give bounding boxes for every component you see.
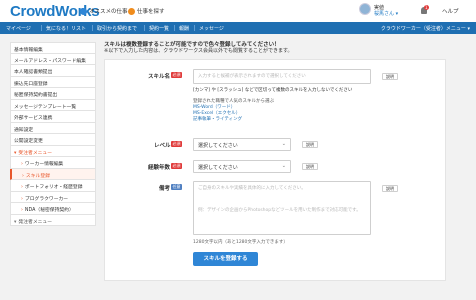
remarks-placeholder-2: 例：デザインの企画からPhotoshopなどツールを用いた制作まで対応可能です。 xyxy=(198,208,361,213)
sidebar-item-basic-info[interactable]: 基本情報編集 xyxy=(10,42,96,54)
nav-item-favorites[interactable]: 気になる！リスト xyxy=(46,25,86,32)
page-notice-sub: ※以下で入力した内容は、クラウドワークス会員以外でも閲覧することができます。 xyxy=(104,48,293,54)
chevron-down-icon: ▾ xyxy=(14,150,17,156)
notification-badge: 1 xyxy=(424,5,429,10)
sidebar-item-nda-doc[interactable]: 秘匿保持契約書提出 xyxy=(10,88,96,100)
sidebar-item-templates[interactable]: メッセージテンプレート一覧 xyxy=(10,99,96,111)
nav-item-messages[interactable]: メッセージ xyxy=(199,25,224,32)
level-label: レベル xyxy=(154,143,171,149)
required-badge: 必須 xyxy=(171,72,182,78)
recommended-jobs-link[interactable]: オススメの仕事 xyxy=(80,7,128,15)
sidebar-item-visibility[interactable]: 公開設定変更 xyxy=(10,134,96,146)
sidebar-item-label: ワーカー情報編集 xyxy=(24,162,64,167)
nav-item-payments[interactable]: 報酬 xyxy=(179,25,189,32)
sidebar-item-skills[interactable]: › スキル登録 xyxy=(10,168,96,180)
top-header: CrowdWorks オススメの仕事 仕事を探す 実値 桜馬さん ▾ 1 ヘルプ xyxy=(0,0,476,22)
find-jobs-label: 仕事を探す xyxy=(137,9,165,15)
sidebar-item-identity[interactable]: 本人確認書類提出 xyxy=(10,65,96,77)
help-link[interactable]: ヘルプ xyxy=(442,7,459,15)
experience-select-value: 選択してください xyxy=(198,165,238,171)
recommended-jobs-label: オススメの仕事 xyxy=(89,9,128,15)
nav-divider xyxy=(194,25,195,31)
skill-help-button[interactable]: 説明 xyxy=(382,73,398,80)
sidebar-group-label: 発注者メニュー xyxy=(18,219,53,225)
remarks-help-button[interactable]: 説明 xyxy=(382,185,398,192)
worker-menu-toggle[interactable]: クラウドワーカー（受注者）メニュー ▾ xyxy=(381,25,470,32)
sidebar-item-notifications[interactable]: 通知設定 xyxy=(10,122,96,134)
sidebar: 基本情報編集 メールアドレス・パスワード編集 本人確認書類提出 振込先口座登録 … xyxy=(10,42,96,226)
level-help-button[interactable]: 説明 xyxy=(302,141,318,148)
register-skill-button[interactable]: スキルを登録する xyxy=(193,252,258,266)
sidebar-group-label: 受注者メニュー xyxy=(18,150,53,156)
sidebar-item-portfolio[interactable]: › ポートフォリオ・経歴登録 xyxy=(10,180,96,192)
sidebar-item-label: スキル登録 xyxy=(25,173,50,179)
sidebar-item-worker-info[interactable]: › ワーカー情報編集 xyxy=(10,157,96,169)
skill-name-input[interactable]: 入力すると候補が表示されますので選択してください xyxy=(193,69,371,84)
chevron-right-icon: › xyxy=(22,173,24,179)
sidebar-item-label: ポートフォリオ・経歴登録 xyxy=(24,185,83,190)
chevron-down-icon: ⌄ xyxy=(281,163,286,169)
sidebar-item-label: NDA（秘密保持契約） xyxy=(24,208,74,213)
star-icon xyxy=(80,7,87,15)
sidebar-item-external[interactable]: 外部サービス連携 xyxy=(10,111,96,123)
sidebar-item-label: プログラクワーカー xyxy=(24,196,69,202)
nav-divider xyxy=(92,25,93,31)
sidebar-group-worker[interactable]: ▾ 受注者メニュー xyxy=(10,145,96,157)
skill-hint: [カンマ] や [スラッシュ] などで区切って複数のスキルを入力しないでください xyxy=(193,88,353,93)
chevron-down-icon: ▾ xyxy=(14,219,17,225)
experience-help-button[interactable]: 説明 xyxy=(302,163,318,170)
sidebar-item-bank[interactable]: 振込先口座登録 xyxy=(10,76,96,88)
chevron-down-icon: ⌄ xyxy=(281,141,286,147)
optional-badge: 任意 xyxy=(171,184,182,190)
sidebar-group-client[interactable]: ▾ 発注者メニュー xyxy=(10,214,96,226)
remarks-counter: 1280文字以内（あと1280文字入力できます） xyxy=(193,240,288,245)
required-badge: 必須 xyxy=(171,163,182,169)
level-select[interactable]: 選択してください ⌄ xyxy=(193,138,291,151)
nav-item-deals[interactable]: 取引から契約まで xyxy=(97,25,137,32)
nav-item-contracts[interactable]: 契約一覧 xyxy=(149,25,169,32)
chevron-right-icon: › xyxy=(21,208,23,213)
nav-divider xyxy=(144,25,145,31)
chevron-right-icon: › xyxy=(21,196,23,202)
experience-label: 経験年数 xyxy=(148,165,171,171)
skill-name-label: スキル名 xyxy=(148,74,171,80)
sidebar-item-pro-worker[interactable]: › プログラクワーカー xyxy=(10,191,96,203)
user-menu-toggle[interactable]: 桜馬さん ▾ xyxy=(374,10,398,17)
nav-item-mypage[interactable]: マイページ xyxy=(6,25,31,32)
remarks-label: 備考 xyxy=(159,186,171,192)
main-nav: マイページ 気になる！リスト 取引から契約まで 契約一覧 報酬 メッセージ クラ… xyxy=(0,22,476,34)
chevron-right-icon: › xyxy=(21,162,23,167)
remarks-textarea[interactable]: ご自身のスキルや実績を具体的に入力してください。 例：デザインの企画からPhot… xyxy=(193,181,371,235)
level-select-value: 選択してください xyxy=(198,143,238,149)
required-badge: 必須 xyxy=(171,141,182,147)
find-jobs-link[interactable]: 仕事を探す xyxy=(128,7,165,15)
chevron-right-icon: › xyxy=(21,185,23,190)
nav-divider xyxy=(41,25,42,31)
nav-divider xyxy=(174,25,175,31)
popular-skill-writing[interactable]: 記事執筆・ライティング xyxy=(193,116,242,122)
sidebar-item-nda[interactable]: › NDA（秘密保持契約） xyxy=(10,203,96,215)
experience-select[interactable]: 選択してください ⌄ xyxy=(193,160,291,173)
sidebar-item-email-password[interactable]: メールアドレス・パスワード編集 xyxy=(10,53,96,65)
remarks-placeholder-1: ご自身のスキルや実績を具体的に入力してください。 xyxy=(198,186,306,191)
search-icon xyxy=(128,7,135,15)
avatar[interactable] xyxy=(359,3,371,15)
